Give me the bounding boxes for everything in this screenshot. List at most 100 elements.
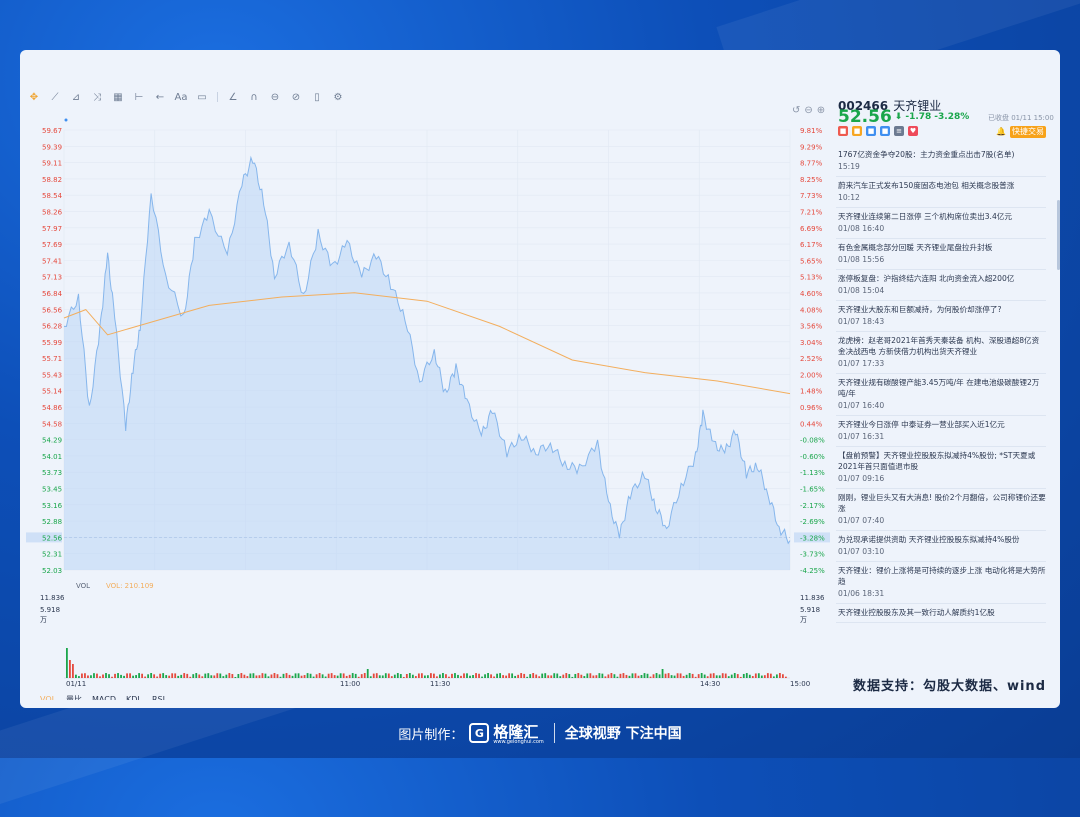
news-title: 天齐锂业控股股东及其一致行动人解质约1亿股 — [838, 608, 995, 617]
volume-bar — [652, 674, 655, 678]
news-item[interactable]: 天齐锂业规有碳酸锂产能3.45万吨/年 在建电池级碳酸锂2万吨/年 01/07 1… — [836, 374, 1046, 416]
volume-bar — [123, 675, 125, 678]
orange-tag-icon[interactable]: ■ — [852, 126, 862, 136]
volume-bar — [387, 673, 390, 678]
news-item[interactable]: 刚刚，锂业巨头又有大消息! 股价2个月翻倍，公司称锂价还要涨 01/07 07:4… — [836, 489, 1046, 531]
blue-tag-icon[interactable]: ■ — [866, 126, 876, 136]
volume-bar — [237, 674, 240, 678]
volume-bar — [625, 674, 628, 678]
news-title: 天齐锂业连续第二日涨停 三个机构席位卖出3.4亿元 — [838, 212, 1012, 221]
volume-bar — [631, 673, 634, 678]
news-item[interactable]: 天齐锂业大股东和巨额减持，为何股价却涨停了? 01/07 18:43 — [836, 301, 1046, 332]
heart-icon[interactable]: ♥ — [908, 126, 918, 136]
volume-bar — [667, 673, 670, 678]
volume-bar — [81, 673, 83, 678]
news-scrollbar[interactable] — [1057, 200, 1060, 270]
volume-bar — [279, 676, 282, 678]
info-tag-icon[interactable]: ■ — [880, 126, 890, 136]
vol-tick-label: 11.836 — [40, 594, 65, 602]
volume-bar — [411, 674, 414, 678]
volume-bar — [363, 673, 366, 678]
volume-bar — [472, 675, 474, 678]
volume-bar — [249, 673, 252, 678]
volume-bar — [445, 674, 447, 678]
news-item[interactable]: 蔚来汽车正式发布150度固态电池包 相关概念股普涨 10:12 — [836, 177, 1046, 208]
price-tick-label: 57.41 — [42, 257, 62, 265]
news-time: 10:12 — [838, 193, 860, 202]
news-item[interactable]: 龙虎榜：赵老哥2021年首秀天秦装备 机构、深股通超8亿资金决战西电 方新侠借力… — [836, 332, 1046, 374]
price-tick-label: 56.84 — [42, 290, 63, 298]
volume-bar — [778, 673, 781, 678]
volume-bar — [490, 674, 492, 678]
pct-tick-label: 4.08% — [800, 306, 823, 314]
red-tag-icon[interactable]: ■ — [838, 126, 848, 136]
news-item[interactable]: 【盘前预警】天齐锂业控股股东拟减持4%股份; *ST天夏或2021年首只面值退市… — [836, 447, 1046, 489]
volume-bar — [297, 673, 300, 678]
volume-bar — [676, 673, 679, 678]
volume-bar — [174, 673, 177, 678]
pct-tick-label: -1.65% — [800, 486, 825, 494]
pct-tick-label: 8.77% — [800, 160, 823, 168]
footer: 图片制作： G 格隆汇 www.gelonghui.com 全球视野 下注中国 — [0, 718, 1080, 748]
news-time: 01/07 07:40 — [838, 516, 885, 525]
news-item[interactable]: 天齐锂业控股股东及其一致行动人解质约1亿股 — [836, 604, 1046, 623]
news-title: 刚刚，锂业巨头又有大消息! 股价2个月翻倍，公司称锂价还要涨 — [838, 493, 1046, 513]
volume-bar — [111, 676, 113, 678]
quick-trade-button[interactable]: 快捷交易 — [1010, 126, 1046, 138]
chart-tag-icon[interactable]: ≡ — [894, 126, 904, 136]
indicator-tab[interactable]: VOL — [40, 695, 57, 700]
news-item[interactable]: 天齐锂业：锂价上涨将是可持续的逐步上涨 电动化将是大势所趋 01/06 18:31 — [836, 562, 1046, 604]
news-item[interactable]: 涨停板复盘：沪指终结六连阳 北向资金流入超200亿 01/08 15:04 — [836, 270, 1046, 301]
pct-tick-label: -0.08% — [800, 437, 825, 445]
volume-bar — [538, 676, 541, 678]
volume-bar — [339, 673, 342, 678]
volume-bar — [330, 673, 333, 678]
volume-bar — [108, 674, 110, 678]
main-card: ✥ ⟋ ⊿ ⤨ ▦ ⊢ ← Aa ▭ ∠ ∩ ⊖ ⊘ ▯ ⚙ ↺ ⊖ ⊕ 59.… — [20, 50, 1060, 708]
price-tick-label: 58.82 — [42, 176, 62, 184]
volume-bar — [499, 673, 501, 678]
indicator-tab[interactable]: RSI — [152, 695, 165, 700]
news-item[interactable]: 天齐锂业连续第二日涨停 三个机构席位卖出3.4亿元 01/08 16:40 — [836, 208, 1046, 239]
volume-bar — [333, 675, 336, 678]
volume-bar — [586, 673, 589, 678]
news-item[interactable]: 有色金属概念部分回暖 天齐锂业尾盘拉升封板 01/08 15:56 — [836, 239, 1046, 270]
bell-icon[interactable]: 🔔 — [996, 127, 1006, 136]
volume-bar — [559, 676, 562, 678]
pct-tick-label: -3.73% — [800, 551, 825, 559]
volume-bar — [484, 674, 486, 678]
volume-bar — [505, 675, 508, 678]
vol-tick-label: 万 — [800, 616, 807, 624]
news-title: 龙虎榜：赵老哥2021年首秀天秦装备 机构、深股通超8亿资金决战西电 方新侠借力… — [838, 336, 1040, 356]
volume-bar — [685, 674, 688, 678]
pct-tick-label: 8.25% — [800, 176, 823, 184]
volume-bar — [417, 673, 420, 678]
pct-tick-label: -2.69% — [800, 518, 825, 526]
volume-bar — [553, 673, 556, 678]
volume-bar — [408, 673, 411, 678]
news-item[interactable]: 为兑现承诺提供资助 天齐锂业控股股东拟减持4%股份 01/07 03:10 — [836, 531, 1046, 562]
news-item[interactable]: 天齐锂业今日涨停 中泰证券一营业部买入近1亿元 01/07 16:31 — [836, 416, 1046, 447]
volume-bar — [664, 673, 667, 678]
volume-bar — [126, 673, 128, 678]
indicator-tab[interactable]: KDJ — [126, 695, 140, 700]
volume-bar — [634, 673, 637, 678]
volume-bar — [547, 675, 550, 678]
volume-bar — [691, 673, 694, 678]
time-axis-label: 11:30 — [430, 680, 450, 688]
volume-bar — [460, 675, 462, 678]
volume-bar — [348, 674, 351, 678]
indicator-tab[interactable]: 量比 — [66, 694, 82, 700]
volume-bar — [535, 674, 538, 678]
indicator-tab[interactable]: MACD — [92, 695, 116, 700]
volume-bar — [102, 674, 104, 678]
intraday-chart[interactable]: 59.67 9.81% 59.39 9.29% 59.11 8.77% 58.82 8.25%… — [20, 100, 830, 700]
news-item[interactable]: 1767亿资金争夺20股：主力资金重点出击7股(名单) 15:19 — [836, 146, 1046, 177]
volume-bar — [481, 676, 483, 678]
volume-bar — [688, 673, 691, 678]
volume-bar — [396, 673, 399, 678]
volume-bar — [255, 675, 258, 678]
volume-bar — [694, 676, 697, 678]
volume-bar — [105, 673, 107, 678]
volume-bar — [439, 674, 441, 678]
